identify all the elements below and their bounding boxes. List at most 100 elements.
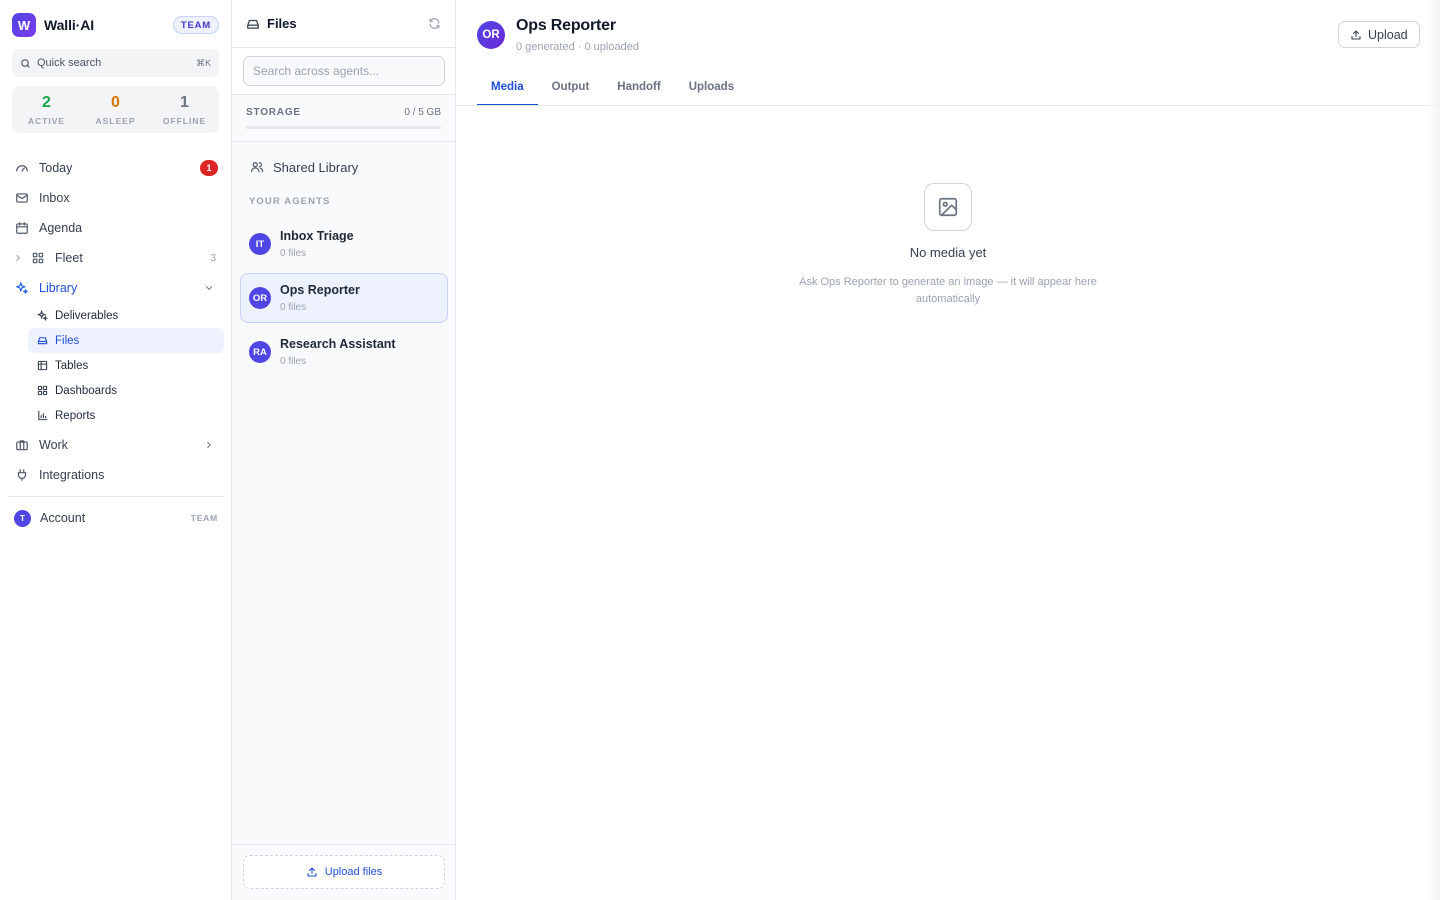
files-panel: Files STORAGE 0 / 5 GB Shared Library YO… — [232, 0, 456, 900]
sub-item-tables[interactable]: Tables — [28, 353, 224, 378]
chevron-down-icon[interactable] — [204, 283, 218, 293]
nav-item-inbox-label: Inbox — [39, 191, 70, 205]
grid-icon — [30, 250, 46, 266]
today-badge: 1 — [200, 160, 218, 176]
page-subtitle: 0 generated · 0 uploaded — [516, 41, 639, 53]
agents-section-label: YOUR AGENTS — [249, 196, 331, 207]
calendar-icon — [14, 220, 30, 236]
plug-icon — [14, 467, 30, 483]
empty-state-title: No media yet — [909, 245, 987, 260]
main-content: OR Ops Reporter 0 generated · 0 uploaded… — [456, 0, 1440, 900]
nav-item-work-label: Work — [39, 438, 68, 452]
files-search-input[interactable] — [243, 56, 445, 86]
refresh-icon[interactable] — [428, 17, 441, 30]
sub-item-dashboards[interactable]: Dashboards — [28, 378, 224, 403]
drive-icon — [36, 335, 48, 347]
nav-item-agenda[interactable]: Agenda — [8, 213, 224, 243]
agent-item-research-assistant[interactable]: RA Research Assistant 0 files — [240, 327, 448, 377]
tab-output[interactable]: Output — [538, 70, 604, 106]
main-header: OR Ops Reporter 0 generated · 0 uploaded… — [477, 17, 1420, 57]
upload-button-label: Upload — [1368, 27, 1408, 42]
sidebar: W Walli·AI TEAM Quick search ⌘K 2 ACTIVE… — [0, 0, 232, 900]
agent-name: Inbox Triage — [280, 229, 354, 243]
nav-item-library[interactable]: Library — [8, 273, 224, 303]
brand-name: Walli·AI — [44, 17, 95, 33]
stat-asleep[interactable]: 0 ASLEEP — [81, 86, 150, 133]
nav-item-inbox[interactable]: Inbox — [8, 183, 224, 213]
files-header: Files — [232, 0, 455, 48]
drive-icon — [246, 17, 260, 31]
tab-uploads[interactable]: Uploads — [675, 70, 748, 106]
agent-name: Ops Reporter — [280, 283, 360, 297]
account-team-badge: TEAM — [190, 513, 218, 523]
tab-handoff[interactable]: Handoff — [603, 70, 674, 106]
tab-media[interactable]: Media — [477, 70, 538, 106]
quick-search-shortcut: ⌘K — [195, 57, 211, 68]
agent-avatar: RA — [249, 341, 271, 363]
agent-file-count: 0 files — [280, 248, 307, 259]
sub-item-deliverables-label: Deliverables — [55, 309, 119, 322]
nav-item-fleet-label: Fleet — [55, 251, 83, 265]
nav-item-work[interactable]: Work — [8, 430, 224, 460]
stat-active-label: ACTIVE — [27, 115, 66, 126]
sub-item-reports[interactable]: Reports — [28, 403, 224, 428]
stat-asleep-label: ASLEEP — [95, 115, 136, 126]
upload-files-button[interactable]: Upload files — [243, 855, 445, 889]
stat-active[interactable]: 2 ACTIVE — [12, 86, 81, 133]
main-nav: Today 1 Inbox Agenda Fleet 3 Library Del… — [8, 153, 224, 533]
shared-library-item[interactable]: Shared Library — [232, 152, 455, 182]
nav-item-integrations-label: Integrations — [39, 468, 105, 482]
nav-item-today-label: Today — [39, 161, 73, 175]
search-icon — [20, 58, 31, 69]
stat-active-value: 2 — [42, 93, 51, 111]
nav-item-today[interactable]: Today 1 — [8, 153, 224, 183]
nav-item-account-label: Account — [40, 511, 86, 525]
sub-item-tables-label: Tables — [55, 359, 89, 372]
brand: W Walli·AI TEAM — [12, 13, 219, 37]
upload-button[interactable]: Upload — [1338, 21, 1420, 48]
briefcase-icon — [14, 437, 30, 453]
grid-icon — [36, 385, 48, 397]
agent-name: Research Assistant — [280, 337, 396, 351]
files-search-wrap — [232, 48, 455, 94]
image-icon — [924, 183, 972, 231]
stat-offline-value: 1 — [180, 93, 189, 111]
quick-search[interactable]: Quick search ⌘K — [12, 49, 219, 77]
fleet-count: 3 — [210, 252, 216, 264]
stat-asleep-value: 0 — [111, 93, 120, 111]
agent-stats: 2 ACTIVE 0 ASLEEP 1 OFFLINE — [12, 86, 219, 133]
sub-item-dashboards-label: Dashboards — [55, 384, 118, 397]
users-icon — [250, 160, 264, 174]
bar-chart-icon — [36, 410, 48, 422]
sub-item-files[interactable]: Files — [28, 328, 224, 353]
storage-bar — [246, 126, 441, 129]
agent-avatar-large: OR — [477, 21, 505, 49]
agent-avatar: IT — [249, 233, 271, 255]
empty-state: No media yet Ask Ops Reporter to generat… — [778, 183, 1118, 308]
upload-icon — [1350, 29, 1362, 41]
agent-list: IT Inbox Triage 0 files OR Ops Reporter … — [232, 219, 455, 377]
nav-item-agenda-label: Agenda — [39, 221, 83, 235]
nav-divider — [8, 496, 224, 497]
agent-item-inbox-triage[interactable]: IT Inbox Triage 0 files — [240, 219, 448, 269]
upload-files-label: Upload files — [324, 866, 383, 878]
stat-offline[interactable]: 1 OFFLINE — [150, 86, 219, 133]
agent-file-count: 0 files — [280, 302, 307, 313]
tab-divider — [456, 105, 1440, 106]
brand-logo[interactable]: W — [12, 13, 36, 37]
chevron-right-icon[interactable] — [204, 440, 218, 450]
upload-icon — [306, 866, 318, 878]
agent-item-ops-reporter[interactable]: OR Ops Reporter 0 files — [240, 273, 448, 323]
nav-item-integrations[interactable]: Integrations — [8, 460, 224, 490]
page-title: Ops Reporter — [516, 17, 616, 34]
stat-offline-label: OFFLINE — [162, 115, 207, 126]
nav-item-library-label: Library — [39, 281, 78, 295]
chevron-right-icon[interactable] — [12, 250, 24, 266]
gauge-icon — [14, 160, 30, 176]
sub-item-reports-label: Reports — [55, 409, 96, 422]
sub-item-deliverables[interactable]: Deliverables — [28, 303, 224, 328]
sub-item-files-label: Files — [55, 334, 80, 347]
nav-item-fleet[interactable]: Fleet 3 — [8, 243, 224, 273]
sparkles-icon — [14, 280, 30, 296]
nav-item-account[interactable]: T Account TEAM — [8, 503, 224, 533]
